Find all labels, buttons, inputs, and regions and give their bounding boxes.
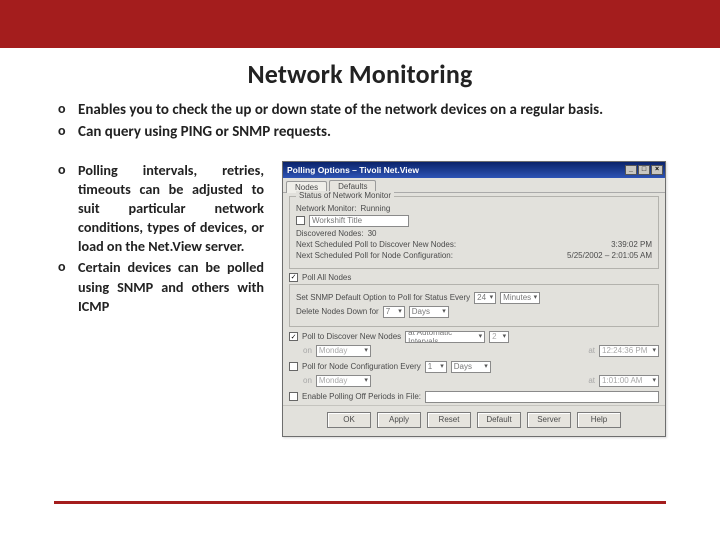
- config-num[interactable]: 1: [425, 361, 447, 373]
- discover-on-label: on: [303, 346, 312, 355]
- poll-all-groupbox: Set SNMP Default Option to Poll for Stat…: [289, 284, 659, 327]
- dialog-title-text: Polling Options – Tivoli Net.View: [287, 165, 419, 175]
- list-item: Certain devices can be polled using SNMP…: [54, 258, 264, 316]
- slide-footer-rule: [54, 501, 666, 504]
- left-bullet-list: Polling intervals, retries, timeouts can…: [54, 161, 264, 316]
- reset-button[interactable]: Reset: [427, 412, 471, 428]
- slide-top-bar: [0, 0, 720, 48]
- dialog-button-row: OK Apply Reset Default Server Help: [283, 405, 665, 436]
- status-label: Network Monitor:: [296, 204, 356, 213]
- next-poll-config-label: Next Scheduled Poll for Node Configurati…: [296, 251, 453, 260]
- discovered-label: Discovered Nodes:: [296, 229, 364, 238]
- minimize-button[interactable]: _: [625, 165, 637, 175]
- config-unit[interactable]: Days: [451, 361, 491, 373]
- discover-label: Poll to Discover New Nodes: [302, 332, 401, 341]
- ok-button[interactable]: OK: [327, 412, 371, 428]
- delete-nodes-num[interactable]: 7: [383, 306, 405, 318]
- left-column: Polling intervals, retries, timeouts can…: [54, 161, 264, 318]
- maximize-button[interactable]: □: [638, 165, 650, 175]
- close-button[interactable]: ×: [651, 165, 663, 175]
- status-interval-field[interactable]: 24: [474, 292, 496, 304]
- status-interval-unit[interactable]: Minutes: [500, 292, 540, 304]
- apply-button[interactable]: Apply: [377, 412, 421, 428]
- config-checkbox[interactable]: [289, 362, 298, 371]
- discover-interval-mode[interactable]: at Automatic Intervals: [405, 331, 485, 343]
- set-default-label: Set SNMP Default Option to Poll for Stat…: [296, 293, 470, 302]
- delete-nodes-label: Delete Nodes Down for: [296, 307, 379, 316]
- server-button[interactable]: Server: [527, 412, 571, 428]
- config-at-label: at: [588, 376, 595, 385]
- config-on-label: on: [303, 376, 312, 385]
- config-label: Poll for Node Configuration Every: [302, 362, 421, 371]
- discover-checkbox[interactable]: ✓: [289, 332, 298, 341]
- content-area: Enables you to check the up or down stat…: [0, 100, 720, 437]
- discover-interval-num[interactable]: 2: [489, 331, 509, 343]
- list-item: Polling intervals, retries, timeouts can…: [54, 161, 264, 257]
- discovered-value: 30: [368, 229, 377, 238]
- status-legend: Status of Network Monitor: [296, 191, 394, 200]
- list-item: Enables you to check the up or down stat…: [54, 100, 666, 120]
- poll-all-label: Poll All Nodes: [302, 273, 351, 282]
- polling-options-dialog: Polling Options – Tivoli Net.View _ □ × …: [282, 161, 666, 437]
- workshift-checkbox[interactable]: [296, 216, 305, 225]
- config-on-day[interactable]: Monday: [316, 375, 371, 387]
- next-poll-discover-value: 3:39:02 PM: [611, 240, 652, 249]
- two-column-area: Polling intervals, retries, timeouts can…: [54, 161, 666, 437]
- page-title: Network Monitoring: [0, 58, 720, 90]
- next-poll-config-value: 5/25/2002 – 2:01:05 AM: [567, 251, 652, 260]
- window-controls: _ □ ×: [625, 165, 663, 175]
- offperiods-file-field[interactable]: [425, 391, 659, 403]
- offperiods-label: Enable Polling Off Periods in File:: [302, 392, 421, 401]
- dialog-titlebar[interactable]: Polling Options – Tivoli Net.View _ □ ×: [283, 162, 665, 178]
- delete-nodes-unit[interactable]: Days: [409, 306, 449, 318]
- discover-at-time[interactable]: 12:24:36 PM: [599, 345, 659, 357]
- list-item: Can query using PING or SNMP requests.: [54, 122, 666, 142]
- status-groupbox: Status of Network Monitor Network Monito…: [289, 196, 659, 269]
- discover-at-label: at: [588, 346, 595, 355]
- top-bullet-list: Enables you to check the up or down stat…: [54, 100, 666, 143]
- help-button[interactable]: Help: [577, 412, 621, 428]
- config-at-time[interactable]: 1:01:00 AM: [599, 375, 659, 387]
- discover-on-day[interactable]: Monday: [316, 345, 371, 357]
- next-poll-discover-label: Next Scheduled Poll to Discover New Node…: [296, 240, 456, 249]
- poll-all-checkbox[interactable]: ✓: [289, 273, 298, 282]
- status-value: Running: [360, 204, 390, 213]
- default-button[interactable]: Default: [477, 412, 521, 428]
- offperiods-checkbox[interactable]: [289, 392, 298, 401]
- workshift-title-field[interactable]: Workshift Title: [309, 215, 409, 227]
